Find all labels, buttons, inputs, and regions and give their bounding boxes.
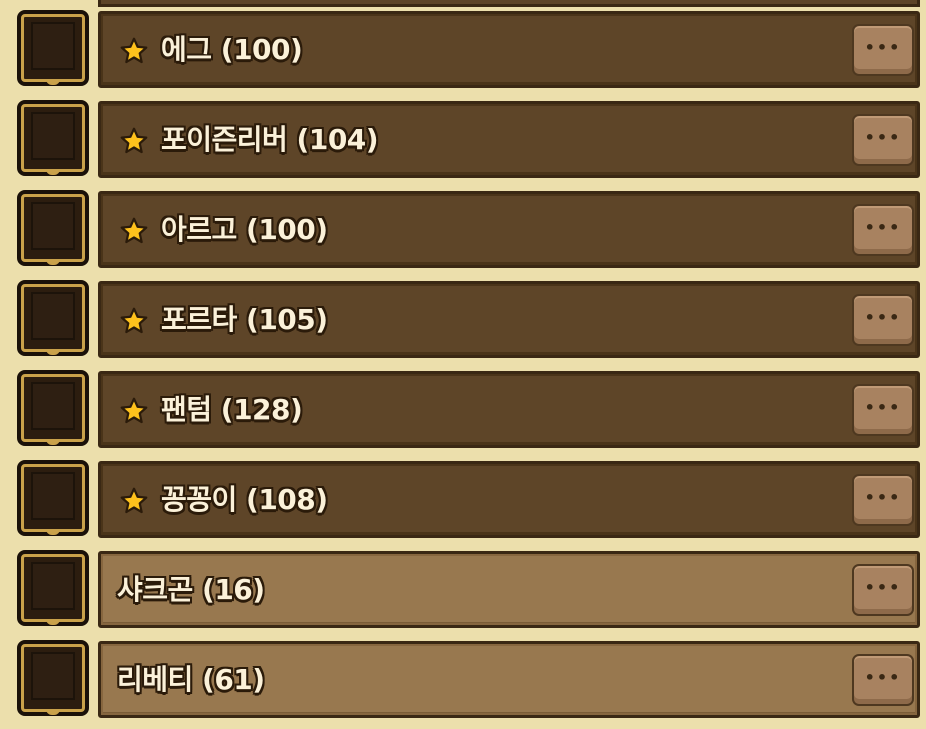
more-options-button[interactable]: ••• bbox=[852, 654, 914, 706]
list-item: 팬텀 (128) ••• bbox=[0, 370, 926, 452]
list-item: 에그 (100) ••• bbox=[0, 10, 926, 92]
item-slot[interactable] bbox=[17, 640, 89, 716]
monster-name: 포르타 (105) bbox=[161, 303, 328, 336]
monster-name: 포이즌리버 (104) bbox=[161, 123, 379, 156]
list-item: 포이즌리버 (104) ••• bbox=[0, 100, 926, 182]
more-options-button[interactable]: ••• bbox=[852, 114, 914, 166]
list-item: 샤크곤 (16) ••• bbox=[0, 550, 926, 632]
more-dots-icon: ••• bbox=[864, 218, 902, 238]
more-options-button[interactable]: ••• bbox=[852, 474, 914, 526]
list-item: 포르타 (105) ••• bbox=[0, 280, 926, 362]
more-dots-icon: ••• bbox=[864, 398, 902, 418]
slot-notch bbox=[46, 619, 60, 625]
more-options-button[interactable]: ••• bbox=[852, 384, 914, 436]
monster-bar[interactable]: 리베티 (61) ••• bbox=[98, 641, 920, 718]
item-slot[interactable] bbox=[17, 10, 89, 86]
slot-notch bbox=[46, 439, 60, 445]
item-slot[interactable] bbox=[17, 370, 89, 446]
list-item: 리베티 (61) ••• bbox=[0, 640, 926, 722]
more-dots-icon: ••• bbox=[864, 308, 902, 328]
monster-name: 아르고 (100) bbox=[161, 213, 328, 246]
more-options-button[interactable]: ••• bbox=[852, 294, 914, 346]
monster-name: 리베티 (61) bbox=[117, 663, 265, 696]
slot-notch bbox=[46, 259, 60, 265]
item-slot[interactable] bbox=[17, 100, 89, 176]
more-dots-icon: ••• bbox=[864, 38, 902, 58]
monster-name: 에그 (100) bbox=[161, 33, 303, 66]
star-icon bbox=[120, 397, 148, 424]
monster-bar[interactable]: 포르타 (105) ••• bbox=[98, 281, 920, 358]
monster-name: 샤크곤 (16) bbox=[117, 573, 265, 606]
slot-notch bbox=[46, 79, 60, 85]
item-slot[interactable] bbox=[17, 280, 89, 356]
monster-bar[interactable]: 꽁꽁이 (108) ••• bbox=[98, 461, 920, 538]
item-slot[interactable] bbox=[17, 190, 89, 266]
monster-bar[interactable]: 팬텀 (128) ••• bbox=[98, 371, 920, 448]
star-icon bbox=[120, 127, 148, 154]
slot-notch bbox=[46, 709, 60, 715]
monster-name: 꽁꽁이 (108) bbox=[161, 483, 328, 516]
monster-name: 팬텀 (128) bbox=[161, 393, 303, 426]
list-item: 꽁꽁이 (108) ••• bbox=[0, 460, 926, 542]
list-top-edge bbox=[98, 0, 920, 7]
item-slot[interactable] bbox=[17, 550, 89, 626]
more-dots-icon: ••• bbox=[864, 578, 902, 598]
item-slot[interactable] bbox=[17, 460, 89, 536]
star-icon bbox=[120, 487, 148, 514]
more-options-button[interactable]: ••• bbox=[852, 564, 914, 616]
slot-notch bbox=[46, 529, 60, 535]
more-dots-icon: ••• bbox=[864, 668, 902, 688]
monster-bar[interactable]: 에그 (100) ••• bbox=[98, 11, 920, 88]
more-dots-icon: ••• bbox=[864, 488, 902, 508]
monster-bar[interactable]: 포이즌리버 (104) ••• bbox=[98, 101, 920, 178]
monster-bar[interactable]: 아르고 (100) ••• bbox=[98, 191, 920, 268]
more-options-button[interactable]: ••• bbox=[852, 204, 914, 256]
slot-notch bbox=[46, 349, 60, 355]
monster-bar[interactable]: 샤크곤 (16) ••• bbox=[98, 551, 920, 628]
more-dots-icon: ••• bbox=[864, 128, 902, 148]
star-icon bbox=[120, 217, 148, 244]
star-icon bbox=[120, 37, 148, 64]
slot-notch bbox=[46, 169, 60, 175]
star-icon bbox=[120, 307, 148, 334]
list-item: 아르고 (100) ••• bbox=[0, 190, 926, 272]
more-options-button[interactable]: ••• bbox=[852, 24, 914, 76]
